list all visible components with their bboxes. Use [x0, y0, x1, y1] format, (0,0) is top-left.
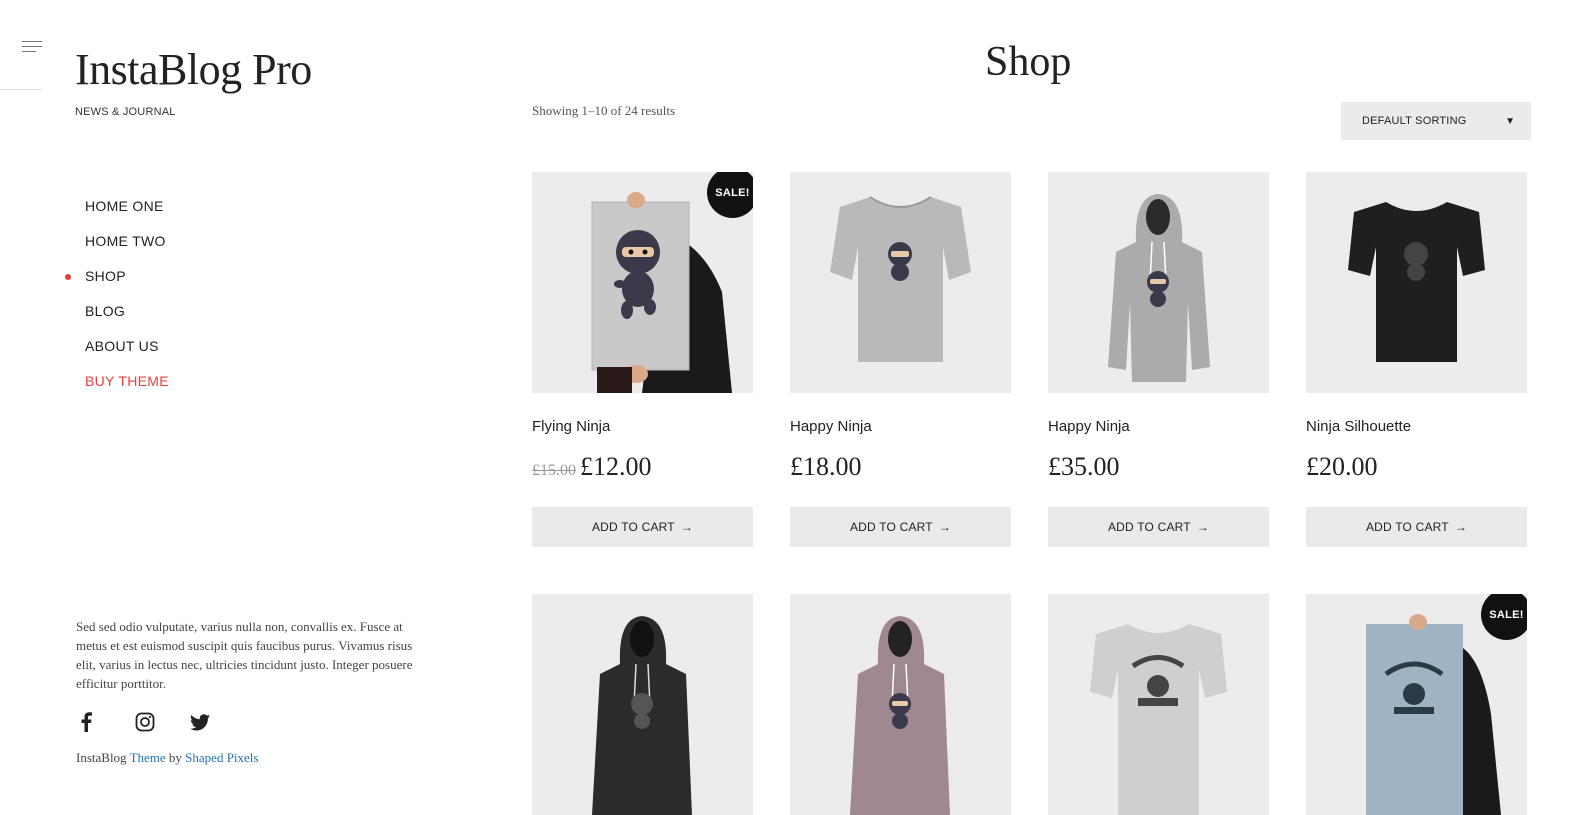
product-image[interactable]: SALE! [1306, 594, 1527, 815]
nav-item-label: ABOUT US [85, 338, 159, 354]
add-to-cart-label: ADD TO CART [1107, 520, 1191, 534]
add-to-cart-label: ADD TO CART [591, 520, 675, 534]
nav-item-shop[interactable]: SHOP [65, 268, 169, 303]
current-price: £18.00 [790, 452, 862, 481]
nav-item-label: SHOP [85, 268, 126, 284]
current-price: £20.00 [1306, 452, 1378, 481]
sorting-select[interactable]: DEFAULT SORTING ▼ [1341, 102, 1531, 140]
product-image[interactable] [1306, 172, 1527, 393]
product-card [790, 594, 1011, 815]
current-price: £12.00 [580, 452, 652, 481]
current-price: £35.00 [1048, 452, 1120, 481]
product-card: Happy Ninja £18.00 ADD TO CART → [790, 172, 1011, 547]
sorting-label: DEFAULT SORTING [1362, 115, 1467, 127]
nav-item-label: BLOG [85, 303, 126, 319]
product-card: SALE! Flying Ninja £15.00 £12.00 ADD TO C… [532, 172, 753, 547]
main-nav: HOME ONE HOME TWO SHOP BLOG ABOUT US BUY… [65, 198, 169, 408]
divider [0, 89, 42, 90]
product-price: £35.00 [1048, 452, 1120, 482]
product-card: Ninja Silhouette £20.00 ADD TO CART → [1306, 172, 1527, 547]
product-image[interactable] [1048, 594, 1269, 815]
author-link[interactable]: Shaped Pixels [185, 750, 258, 765]
product-image[interactable] [532, 594, 753, 815]
product-image[interactable] [1048, 172, 1269, 393]
product-price: £15.00 £12.00 [532, 452, 652, 482]
add-to-cart-button[interactable]: ADD TO CART → [790, 507, 1011, 547]
nav-item-home-two[interactable]: HOME TWO [85, 233, 169, 268]
active-dot-icon [65, 274, 71, 280]
facebook-icon[interactable] [80, 710, 135, 734]
arrow-right-icon: → [938, 520, 952, 534]
add-to-cart-button[interactable]: ADD TO CART → [1048, 507, 1269, 547]
add-to-cart-label: ADD TO CART [849, 520, 933, 534]
nav-item-label: BUY THEME [85, 373, 169, 389]
product-image[interactable]: SALE! [532, 172, 753, 393]
footer-credits: InstaBlog Theme by Shaped Pixels [76, 750, 258, 766]
add-to-cart-button[interactable]: ADD TO CART → [1306, 507, 1527, 547]
menu-toggle-icon[interactable] [22, 41, 42, 57]
nav-item-about-us[interactable]: ABOUT US [85, 338, 169, 373]
nav-item-label: HOME TWO [85, 233, 166, 249]
site-tagline: NEWS & JOURNAL [75, 106, 176, 118]
twitter-icon[interactable] [190, 710, 245, 734]
arrow-right-icon: → [680, 520, 694, 534]
sidebar-about-text: Sed sed odio vulputate, varius nulla non… [76, 619, 413, 691]
old-price: £15.00 [532, 462, 576, 479]
site-title[interactable]: InstaBlog Pro [75, 44, 312, 95]
theme-link[interactable]: Theme [130, 750, 166, 765]
product-card: Happy Ninja £35.00 ADD TO CART → [1048, 172, 1269, 547]
product-price: £20.00 [1306, 452, 1378, 482]
product-card [532, 594, 753, 815]
product-image[interactable] [790, 594, 1011, 815]
arrow-right-icon: → [1454, 520, 1468, 534]
product-name[interactable]: Flying Ninja [532, 418, 610, 435]
caret-down-icon: ▼ [1505, 115, 1515, 127]
product-card [1048, 594, 1269, 815]
arrow-right-icon: → [1196, 520, 1210, 534]
nav-item-label: HOME ONE [85, 198, 164, 214]
nav-item-buy-theme[interactable]: BUY THEME [85, 373, 169, 408]
add-to-cart-button[interactable]: ADD TO CART → [532, 507, 753, 547]
product-name[interactable]: Happy Ninja [1048, 418, 1130, 435]
product-image[interactable] [790, 172, 1011, 393]
nav-item-blog[interactable]: BLOG [85, 303, 169, 338]
credits-text: InstaBlog [76, 750, 127, 765]
credits-by-text: by [168, 750, 182, 765]
social-links [80, 710, 245, 734]
product-name[interactable]: Ninja Silhouette [1306, 418, 1411, 435]
page-title: Shop [985, 39, 1072, 85]
product-price: £18.00 [790, 452, 862, 482]
result-count: Showing 1–10 of 24 results [532, 103, 675, 118]
instagram-icon[interactable] [135, 710, 190, 734]
product-name[interactable]: Happy Ninja [790, 418, 872, 435]
nav-item-home-one[interactable]: HOME ONE [85, 198, 169, 233]
add-to-cart-label: ADD TO CART [1365, 520, 1449, 534]
product-card: SALE! [1306, 594, 1527, 815]
